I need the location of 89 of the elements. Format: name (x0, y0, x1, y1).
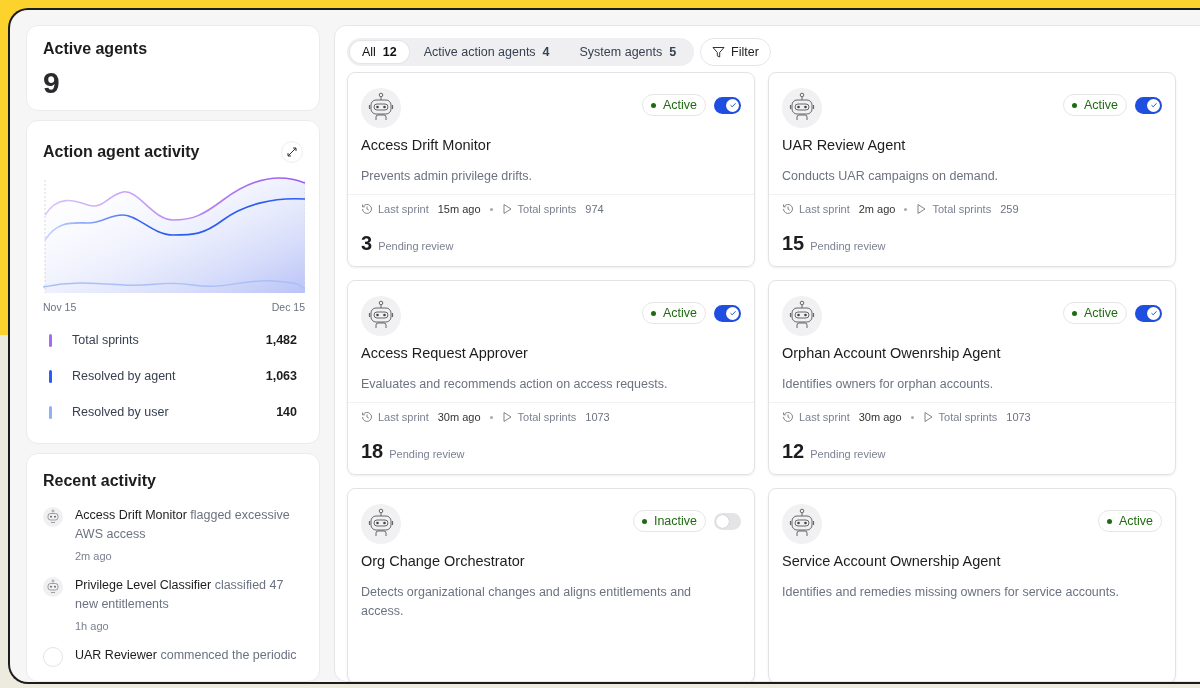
pending-label: Pending review (810, 240, 886, 252)
filter-icon (712, 45, 726, 59)
agent-name: Service Account Ownership Agent (782, 553, 1002, 569)
robot-avatar-icon (782, 88, 822, 128)
expand-button[interactable] (281, 141, 303, 163)
separator-dot-icon (910, 415, 914, 419)
robot-avatar-icon (43, 507, 63, 527)
check-icon (728, 309, 737, 317)
pending-label: Pending review (378, 240, 454, 252)
activity-time: 2m ago (75, 550, 113, 562)
meta-value: 15m ago (437, 203, 481, 215)
history-icon (782, 411, 794, 423)
legend-value: 1,482 (265, 333, 297, 347)
filter-tab[interactable]: All 12 (350, 41, 409, 63)
meta-value: 2m ago (858, 203, 896, 215)
agent-name: Access Drift Monitor (361, 137, 492, 153)
agent-description: Conducts UAR campaigns on demand. (782, 168, 1000, 185)
toggle-switch[interactable] (714, 96, 741, 114)
agent-description: Prevents admin privilege drifts. (361, 168, 533, 185)
meta-value: 30m ago (437, 411, 481, 423)
play-icon (916, 203, 928, 215)
meta-value: 974 (585, 203, 604, 215)
activity-time: 1h ago (75, 620, 110, 632)
filter-tab[interactable]: System agents 5 (564, 41, 692, 63)
meta-label: Last sprint (799, 411, 850, 423)
pending-label: Pending review (810, 448, 886, 460)
robot-avatar-icon (782, 296, 822, 336)
agent-description: Detects organizational changes and aligns entitlements and access. (361, 584, 693, 620)
agent-name: Orphan Account Owenrship Agent (782, 345, 1002, 361)
filter-button[interactable]: Filter (700, 38, 771, 66)
stat-value: 9 (43, 66, 61, 100)
agent-name: Org Change Orchestrator (361, 553, 526, 569)
robot-avatar-icon (361, 504, 401, 544)
pending-count: 12 (782, 440, 805, 463)
axis-label: Dec 15 (271, 301, 305, 313)
check-icon (728, 101, 737, 109)
activity-text: UAR Reviewer commenced the periodic (75, 647, 298, 664)
agent-description: Evaluates and recommends action on access requests. (361, 376, 669, 393)
pending-count: 3 (361, 232, 373, 255)
axis-label: Nov 15 (43, 301, 77, 313)
legend-label: Resolved by agent (72, 369, 177, 383)
play-icon (501, 203, 513, 215)
play-icon (922, 411, 934, 423)
meta-label: Last sprint (799, 203, 850, 215)
history-icon (782, 203, 794, 215)
agent-name: UAR Review Agent (782, 137, 907, 153)
meta-value: 1073 (585, 411, 610, 423)
meta-value: 259 (1000, 203, 1019, 215)
history-icon (361, 411, 373, 423)
activity-text: Access Drift Monitor flagged excessive AWS access (75, 507, 291, 543)
separator-dot-icon (489, 207, 493, 211)
toggle-switch[interactable] (1135, 96, 1162, 114)
meta-label: Total sprints (938, 411, 998, 423)
stat-title: Active agents (43, 40, 149, 58)
card-title: Recent activity (43, 472, 156, 489)
activity-text: Privilege Level Classifier classified 47 new entitlements (75, 577, 285, 613)
meta-label: Last sprint (378, 203, 429, 215)
toggle-switch[interactable] (1135, 304, 1162, 322)
robot-avatar-icon (361, 88, 401, 128)
check-icon (1149, 309, 1158, 317)
legend-label: Total sprints (72, 333, 140, 347)
separator-dot-icon (904, 207, 908, 211)
pending-count: 15 (782, 232, 805, 255)
meta-value: 1073 (1006, 411, 1031, 423)
toggle-switch[interactable] (714, 304, 741, 322)
robot-avatar-icon (361, 296, 401, 336)
meta-label: Last sprint (378, 411, 429, 423)
card-title: Action agent activity (43, 143, 200, 161)
pending-count: 18 (361, 440, 384, 463)
history-icon (361, 203, 373, 215)
meta-label: Total sprints (932, 203, 992, 215)
filter-tab[interactable]: Active action agents 4 (408, 41, 565, 63)
separator-dot-icon (489, 415, 493, 419)
toggle-switch[interactable] (714, 512, 741, 530)
agent-name: Access Request Approver (361, 345, 529, 361)
legend-label: Resolved by user (72, 405, 170, 419)
meta-value: 30m ago (858, 411, 902, 423)
meta-label: Total sprints (517, 203, 577, 215)
meta-label: Total sprints (517, 411, 577, 423)
robot-avatar-icon (782, 504, 822, 544)
pending-label: Pending review (389, 448, 465, 460)
agent-description: Identifies owners for orphan accounts. (782, 376, 995, 393)
agent-description: Identifies and remedies missing owners for service accounts. (782, 584, 1120, 601)
play-icon (501, 411, 513, 423)
legend-value: 1,063 (265, 369, 297, 383)
check-icon (1149, 101, 1158, 109)
legend-value: 140 (276, 405, 297, 419)
robot-avatar-icon (43, 577, 63, 597)
expand-icon (287, 147, 297, 157)
